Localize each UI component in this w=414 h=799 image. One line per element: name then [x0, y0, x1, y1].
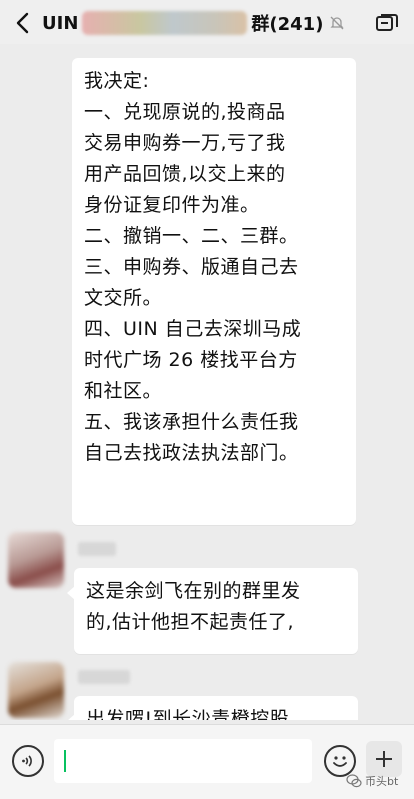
chat-info-icon[interactable] — [374, 10, 400, 36]
message-line: 五、我该承担什么责任我 — [84, 411, 299, 433]
title-redaction — [82, 11, 248, 35]
message-input[interactable] — [54, 739, 312, 783]
mute-bell-icon — [330, 16, 344, 30]
message-line: 的,估计他担不起责任了, — [86, 611, 295, 633]
message-line: 出发啰!到长沙青橙控股 — [86, 708, 290, 720]
chat-header: UIN 群(241) — [0, 0, 414, 44]
text-caret — [64, 750, 66, 772]
message-bubble[interactable]: 这是余剑飞在别的群里发 的,估计他担不起责任了, — [67, 568, 358, 654]
message-line: 身份证复印件为准。 — [84, 194, 260, 216]
chat-area[interactable]: 我决定: 一、兑现原说的,投商品 交易申购券一万,亏了我 用产品回馈,以交上来的… — [0, 44, 414, 720]
message-line: 和社区。 — [84, 380, 163, 402]
chat-title-suffix: 群(241) — [251, 14, 324, 35]
message-line: 二、撤销一、二、三群。 — [84, 225, 299, 247]
sender-name-redacted — [78, 670, 130, 684]
avatar[interactable] — [8, 662, 64, 718]
voice-icon[interactable] — [12, 745, 44, 777]
wechat-logo-icon — [346, 774, 362, 788]
watermark-text: 币头bt — [365, 775, 399, 788]
message-line: 四、UIN 自己去深圳马成 — [84, 318, 302, 340]
bubble-tail — [67, 586, 75, 600]
message-line: 我决定: — [84, 70, 150, 92]
message-line: 交易申购券一万,亏了我 — [84, 132, 286, 154]
message-line: 时代广场 26 楼找平台方 — [84, 349, 298, 371]
message-line: 这是余剑飞在别的群里发 — [86, 580, 301, 602]
avatar[interactable] — [8, 532, 64, 588]
message-line: 用产品回馈,以交上来的 — [84, 163, 286, 185]
message-line: 文交所。 — [84, 287, 163, 309]
message-line: 三、申购券、版通自己去 — [84, 256, 299, 278]
chat-title-prefix: UIN — [42, 12, 79, 34]
watermark: 币头bt — [346, 770, 410, 792]
message-line: 一、兑现原说的,投商品 — [84, 101, 286, 123]
sender-name-redacted — [78, 542, 116, 556]
chat-title: UIN 群(241) — [42, 10, 354, 36]
bubble-tail — [67, 714, 75, 720]
message-line: 自己去找政法执法部门。 — [84, 442, 299, 464]
message-bubble[interactable]: 我决定: 一、兑现原说的,投商品 交易申购券一万,亏了我 用产品回馈,以交上来的… — [72, 58, 356, 525]
back-arrow-icon[interactable] — [10, 10, 36, 36]
message-bubble[interactable]: 出发啰!到长沙青橙控股 — [67, 696, 358, 720]
